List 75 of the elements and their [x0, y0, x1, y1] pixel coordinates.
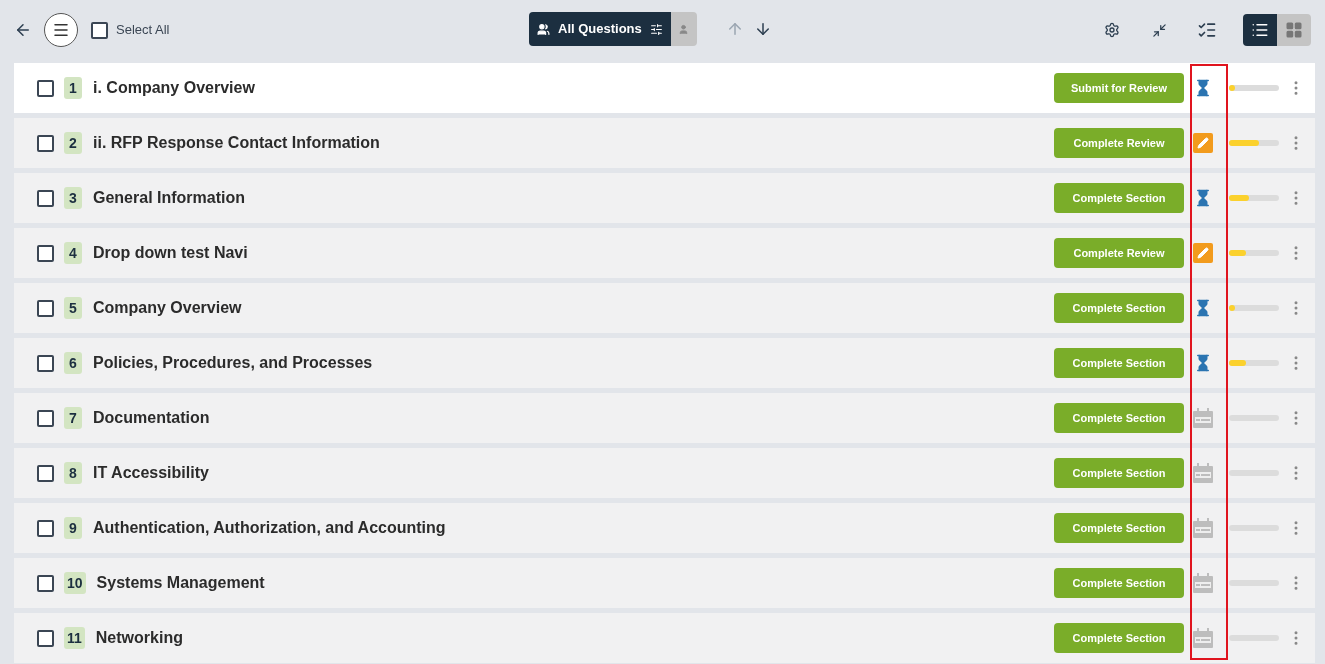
- progress-track: [1229, 580, 1279, 586]
- section-number: 11: [64, 627, 85, 649]
- section-title[interactable]: Policies, Procedures, and Processes: [93, 351, 373, 375]
- calendar-icon: [1192, 407, 1214, 429]
- section-number: 6: [64, 352, 82, 374]
- hourglass-icon: [1194, 189, 1212, 207]
- select-all-checkbox[interactable]: [91, 21, 108, 39]
- section-number: 10: [64, 572, 86, 594]
- section-row[interactable]: 7 Documentation Complete Section: [14, 393, 1315, 443]
- section-title[interactable]: Documentation: [93, 406, 210, 430]
- calendar-icon: [1192, 627, 1214, 649]
- section-title[interactable]: Systems Management: [96, 571, 265, 595]
- row-checkbox[interactable]: [37, 519, 54, 537]
- section-row[interactable]: 2 ii. RFP Response Contact Information Complete Review: [14, 118, 1315, 168]
- section-number: 8: [64, 462, 82, 484]
- row-checkbox[interactable]: [37, 409, 54, 427]
- progress-track: [1229, 470, 1279, 476]
- section-title[interactable]: General Information: [93, 186, 246, 210]
- calendar-icon: [1192, 517, 1214, 539]
- section-number: 5: [64, 297, 82, 319]
- section-number: 3: [64, 187, 82, 209]
- section-row[interactable]: 6 Policies, Procedures, and Processes Complete Section: [14, 338, 1315, 388]
- calendar-icon: [1192, 572, 1214, 594]
- row-checkbox[interactable]: [37, 79, 54, 97]
- calendar-icon: [1192, 462, 1214, 484]
- section-row[interactable]: 8 IT Accessibility Complete Section: [14, 448, 1315, 498]
- user-filter-toggle[interactable]: [670, 12, 697, 46]
- section-title[interactable]: ii. RFP Response Contact Information: [93, 131, 380, 155]
- users-icon: [537, 22, 550, 36]
- pencil-icon: [1193, 243, 1213, 263]
- filter-tab[interactable]: All Questions: [529, 12, 671, 46]
- section-row[interactable]: 3 General Information Complete Section: [14, 173, 1315, 223]
- row-checkbox[interactable]: [37, 629, 54, 647]
- section-row[interactable]: 5 Company Overview Complete Section: [14, 283, 1315, 333]
- hourglass-icon: [1194, 354, 1212, 372]
- section-row[interactable]: 1 i. Company Overview Submit for Review: [14, 63, 1315, 113]
- section-title[interactable]: Company Overview: [93, 296, 242, 320]
- menu-icon: [52, 21, 70, 39]
- section-title[interactable]: Drop down test Navi: [93, 241, 248, 265]
- section-title[interactable]: i. Company Overview: [93, 76, 255, 100]
- row-checkbox[interactable]: [37, 354, 54, 372]
- hourglass-icon: [1194, 299, 1212, 317]
- progress-track: [1229, 415, 1279, 421]
- progress-track: [1229, 635, 1279, 641]
- section-row[interactable]: 10 Systems Management Complete Section: [14, 558, 1315, 608]
- row-checkbox[interactable]: [37, 299, 54, 317]
- section-title[interactable]: IT Accessibility: [93, 461, 209, 485]
- list-icon: [1251, 21, 1269, 39]
- user-icon: [678, 23, 690, 35]
- hourglass-icon: [1194, 79, 1212, 97]
- pencil-icon: [1193, 133, 1213, 153]
- row-checkbox[interactable]: [37, 574, 54, 592]
- select-all-label: Select All: [116, 21, 170, 40]
- row-checkbox[interactable]: [37, 464, 54, 482]
- grid-icon: [1285, 21, 1303, 39]
- section-title[interactable]: Authentication, Authorization, and Accounting: [93, 516, 446, 540]
- section-title[interactable]: Networking: [95, 626, 183, 650]
- section-number: 2: [64, 132, 82, 154]
- section-number: 1: [64, 77, 82, 99]
- sliders-icon: [649, 22, 663, 36]
- collapse-icon[interactable]: [1152, 22, 1167, 38]
- section-row[interactable]: 4 Drop down test Navi Complete Review: [14, 228, 1315, 278]
- section-number: 7: [64, 407, 82, 429]
- section-number: 9: [64, 517, 82, 539]
- row-checkbox[interactable]: [37, 189, 54, 207]
- row-checkbox[interactable]: [37, 134, 54, 152]
- section-row[interactable]: 11 Networking Complete Section: [14, 613, 1315, 663]
- section-number: 4: [64, 242, 82, 264]
- checklist-icon[interactable]: [1197, 20, 1217, 40]
- menu-button[interactable]: [44, 13, 78, 47]
- settings-icon[interactable]: [1104, 22, 1120, 38]
- row-checkbox[interactable]: [37, 244, 54, 262]
- progress-track: [1229, 525, 1279, 531]
- list-view-button[interactable]: [1243, 14, 1277, 46]
- section-row[interactable]: 9 Authentication, Authorization, and Accounting Complete Section: [14, 503, 1315, 553]
